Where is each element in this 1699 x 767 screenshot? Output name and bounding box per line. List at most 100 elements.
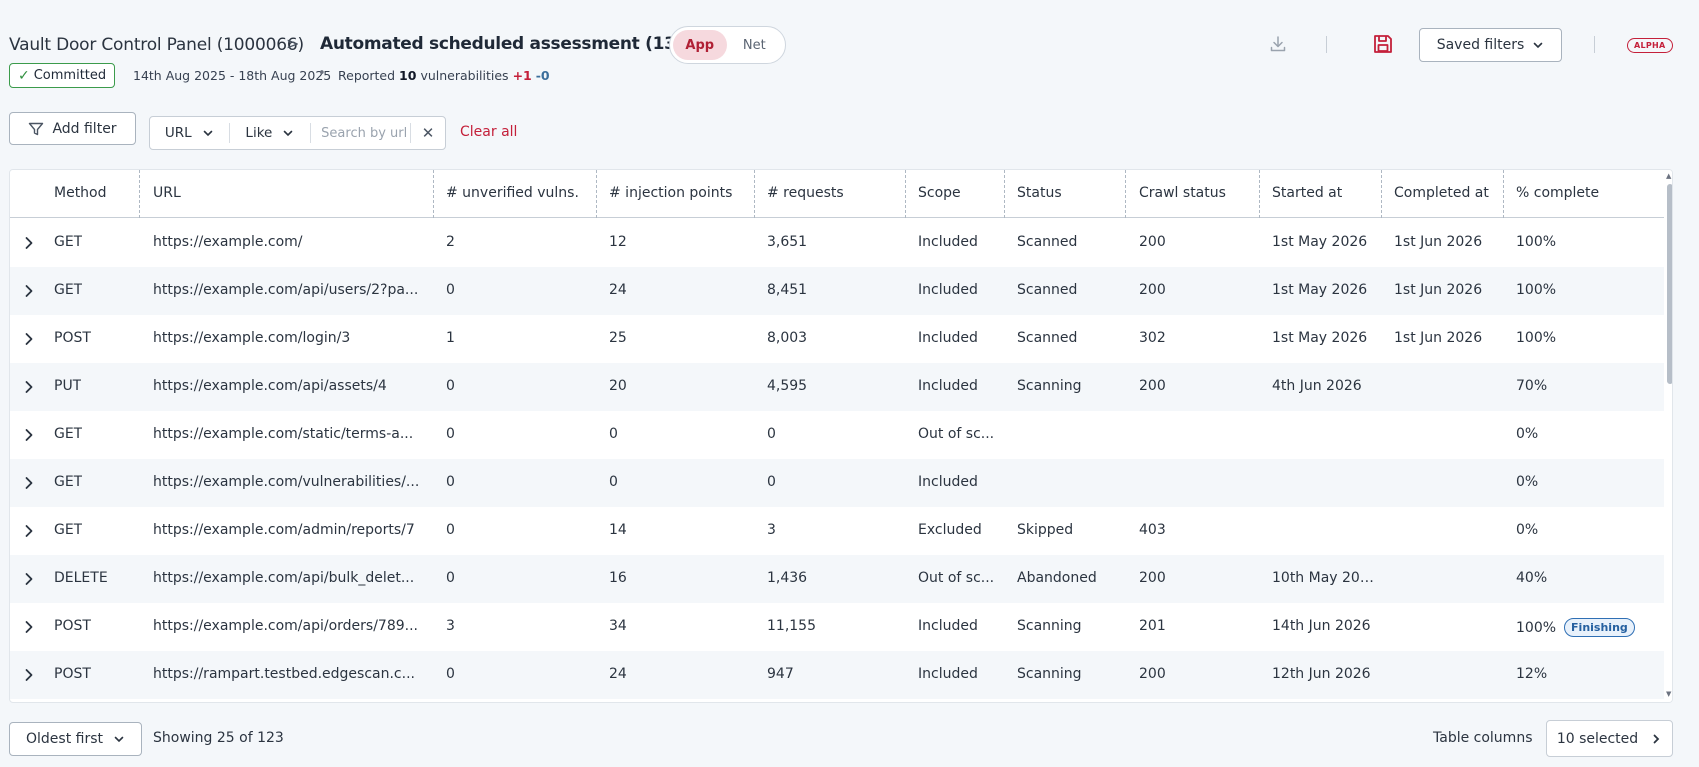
cell-method-text: GET (54, 234, 83, 250)
table-row[interactable]: POST https://rampart.testbed.edgescan.c..… (10, 651, 1664, 699)
expand-row-chevron-icon[interactable] (19, 617, 39, 637)
cell-url[interactable]: https://example.com/api/orders/789... (153, 618, 418, 634)
column-header-requests[interactable]: # requests (767, 185, 844, 201)
column-resize-handle[interactable] (1259, 170, 1260, 218)
table-row[interactable]: GET https://example.com/api/users/2?pa...… (10, 267, 1664, 315)
column-header-injection[interactable]: # injection points (609, 185, 732, 201)
expand-row-chevron-icon[interactable] (19, 281, 39, 301)
cell-status: Scanned (1017, 282, 1077, 298)
cell-requests: 8,451 (767, 282, 807, 298)
scrollbar-thumb[interactable] (1667, 184, 1672, 384)
cell-url[interactable]: https://example.com/static/terms-a... (153, 426, 413, 442)
expand-row-chevron-icon[interactable] (19, 377, 39, 397)
status-badge-label: Committed (33, 68, 107, 83)
cell-url[interactable]: https://example.com/api/assets/4 (153, 378, 387, 394)
expand-row-chevron-icon[interactable] (19, 425, 39, 445)
expand-row-chevron-icon[interactable] (19, 329, 39, 349)
column-header-crawl-status[interactable]: Crawl status (1139, 185, 1226, 201)
cell-url[interactable]: https://example.com/api/users/2?pa... (153, 282, 418, 298)
close-icon[interactable]: ✕ (411, 124, 445, 142)
table-row[interactable]: DELETE https://example.com/api/bulk_delet… (10, 555, 1664, 603)
cell-status: Skipped (1017, 522, 1073, 538)
pagination-summary: Showing 25 of 123 (153, 730, 284, 746)
cell-percent-complete-text: 0% (1516, 522, 1539, 538)
table-row[interactable]: GET https://example.com/2 12 3,651 Included S… (10, 219, 1664, 267)
column-resize-handle[interactable] (1503, 170, 1504, 218)
column-header-status[interactable]: Status (1017, 185, 1062, 201)
table-row[interactable]: GET https://example.com/vulnerabilities/.… (10, 459, 1664, 507)
column-resize-handle[interactable] (754, 170, 755, 218)
column-header-scope[interactable]: Scope (918, 185, 961, 201)
table-row[interactable]: POST https://example.com/api/orders/789..… (10, 603, 1664, 651)
breadcrumb-parent[interactable]: Vault Door Control Panel (1000066) (9, 35, 304, 55)
column-resize-handle[interactable] (1125, 170, 1126, 218)
toggle-net-button[interactable]: Net (727, 30, 782, 60)
cell-unverified-vulns-text: 0 (446, 426, 455, 442)
cell-crawl-status-text: 302 (1139, 330, 1166, 346)
table-row[interactable]: GET https://example.com/static/terms-a...… (10, 411, 1664, 459)
cell-percent-complete: 70% (1516, 378, 1547, 394)
cell-url-text: https://example.com/api/users/2?pa... (153, 282, 419, 298)
download-icon[interactable] (1268, 34, 1288, 54)
cell-url[interactable]: https://example.com/admin/reports/7 (153, 522, 415, 538)
cell-status: Abandoned (1017, 570, 1097, 586)
reported-plus: +1 (512, 68, 532, 83)
cell-percent-complete: 100% Finishing (1516, 618, 1635, 637)
toggle-app-button[interactable]: App (673, 30, 727, 60)
cell-injection-points: 34 (609, 618, 627, 634)
cell-started-at: 4th Jun 2026 (1272, 378, 1362, 394)
cell-url[interactable]: https://example.com/vulnerabilities/... (153, 474, 419, 490)
column-resize-handle[interactable] (596, 170, 597, 218)
cell-unverified-vulns: 0 (446, 378, 455, 394)
table-row[interactable]: PUT https://example.com/api/assets/4 0 20 4,… (10, 363, 1664, 411)
cell-unverified-vulns-text: 0 (446, 378, 455, 394)
cell-scope: Included (918, 666, 978, 682)
cell-url[interactable]: https://example.com/api/bulk_delet... (153, 570, 414, 586)
cell-method: POST (54, 330, 91, 346)
column-header-url[interactable]: URL (153, 185, 181, 201)
column-resize-handle[interactable] (433, 170, 434, 218)
expand-row-chevron-icon[interactable] (19, 473, 39, 493)
scroll-down-icon[interactable]: ▼ (1666, 690, 1671, 698)
column-resize-handle[interactable] (905, 170, 906, 218)
cell-percent-complete-text: 100% (1516, 234, 1557, 250)
filter-operator-select[interactable]: Like (230, 123, 312, 143)
column-header-complete[interactable]: % complete (1516, 185, 1599, 201)
cell-url[interactable]: https://example.com/ (153, 234, 303, 250)
expand-row-chevron-icon[interactable] (19, 665, 39, 685)
table-row[interactable]: GET https://example.com/admin/reports/7 0 1… (10, 507, 1664, 555)
table-columns-button[interactable]: 10 selected (1546, 720, 1673, 757)
expand-row-chevron-icon[interactable] (19, 521, 39, 541)
save-icon[interactable] (1372, 33, 1394, 55)
table-row[interactable]: POST https://example.com/login/3 1 25 8,003 I… (10, 315, 1664, 363)
filter-icon (29, 122, 44, 135)
column-resize-handle[interactable] (139, 170, 140, 218)
cell-injection-points-text: 25 (609, 330, 627, 346)
clear-all-link[interactable]: Clear all (460, 124, 517, 140)
column-header-completed-at[interactable]: Completed at (1394, 185, 1489, 201)
column-resize-handle[interactable] (1004, 170, 1005, 218)
expand-row-chevron-icon[interactable] (19, 233, 39, 253)
vertical-scrollbar[interactable]: ▲ ▼ (1666, 170, 1672, 702)
cell-url[interactable]: https://example.com/login/3 (153, 330, 350, 346)
cell-method-text: DELETE (54, 570, 108, 586)
column-resize-handle[interactable] (1381, 170, 1382, 218)
cell-url[interactable]: https://rampart.testbed.edgescan.c... (153, 666, 415, 682)
cell-status-text: Scanned (1017, 330, 1078, 346)
sort-order-select[interactable]: Oldest first (9, 722, 142, 756)
saved-filters-button[interactable]: Saved filters (1419, 28, 1562, 62)
cell-crawl-status: 403 (1139, 522, 1166, 538)
url-search-input[interactable] (311, 123, 412, 143)
cell-crawl-status-text: 200 (1139, 282, 1166, 298)
add-filter-button[interactable]: Add filter (9, 112, 136, 145)
cell-percent-complete-text: 40% (1516, 570, 1548, 586)
cell-completed-at-text: 1st Jun 2026 (1394, 282, 1483, 298)
filter-field-select[interactable]: URL (150, 123, 230, 143)
column-header-method[interactable]: Method (54, 185, 107, 201)
column-header-unverified[interactable]: # unverified vulns. (446, 185, 579, 201)
cell-started-at-text: 10th May 2026 (1272, 570, 1377, 586)
column-header-started-at[interactable]: Started at (1272, 185, 1342, 201)
scroll-up-icon[interactable]: ▲ (1666, 172, 1671, 180)
expand-row-chevron-icon[interactable] (19, 569, 39, 589)
chevron-down-icon (203, 130, 212, 137)
